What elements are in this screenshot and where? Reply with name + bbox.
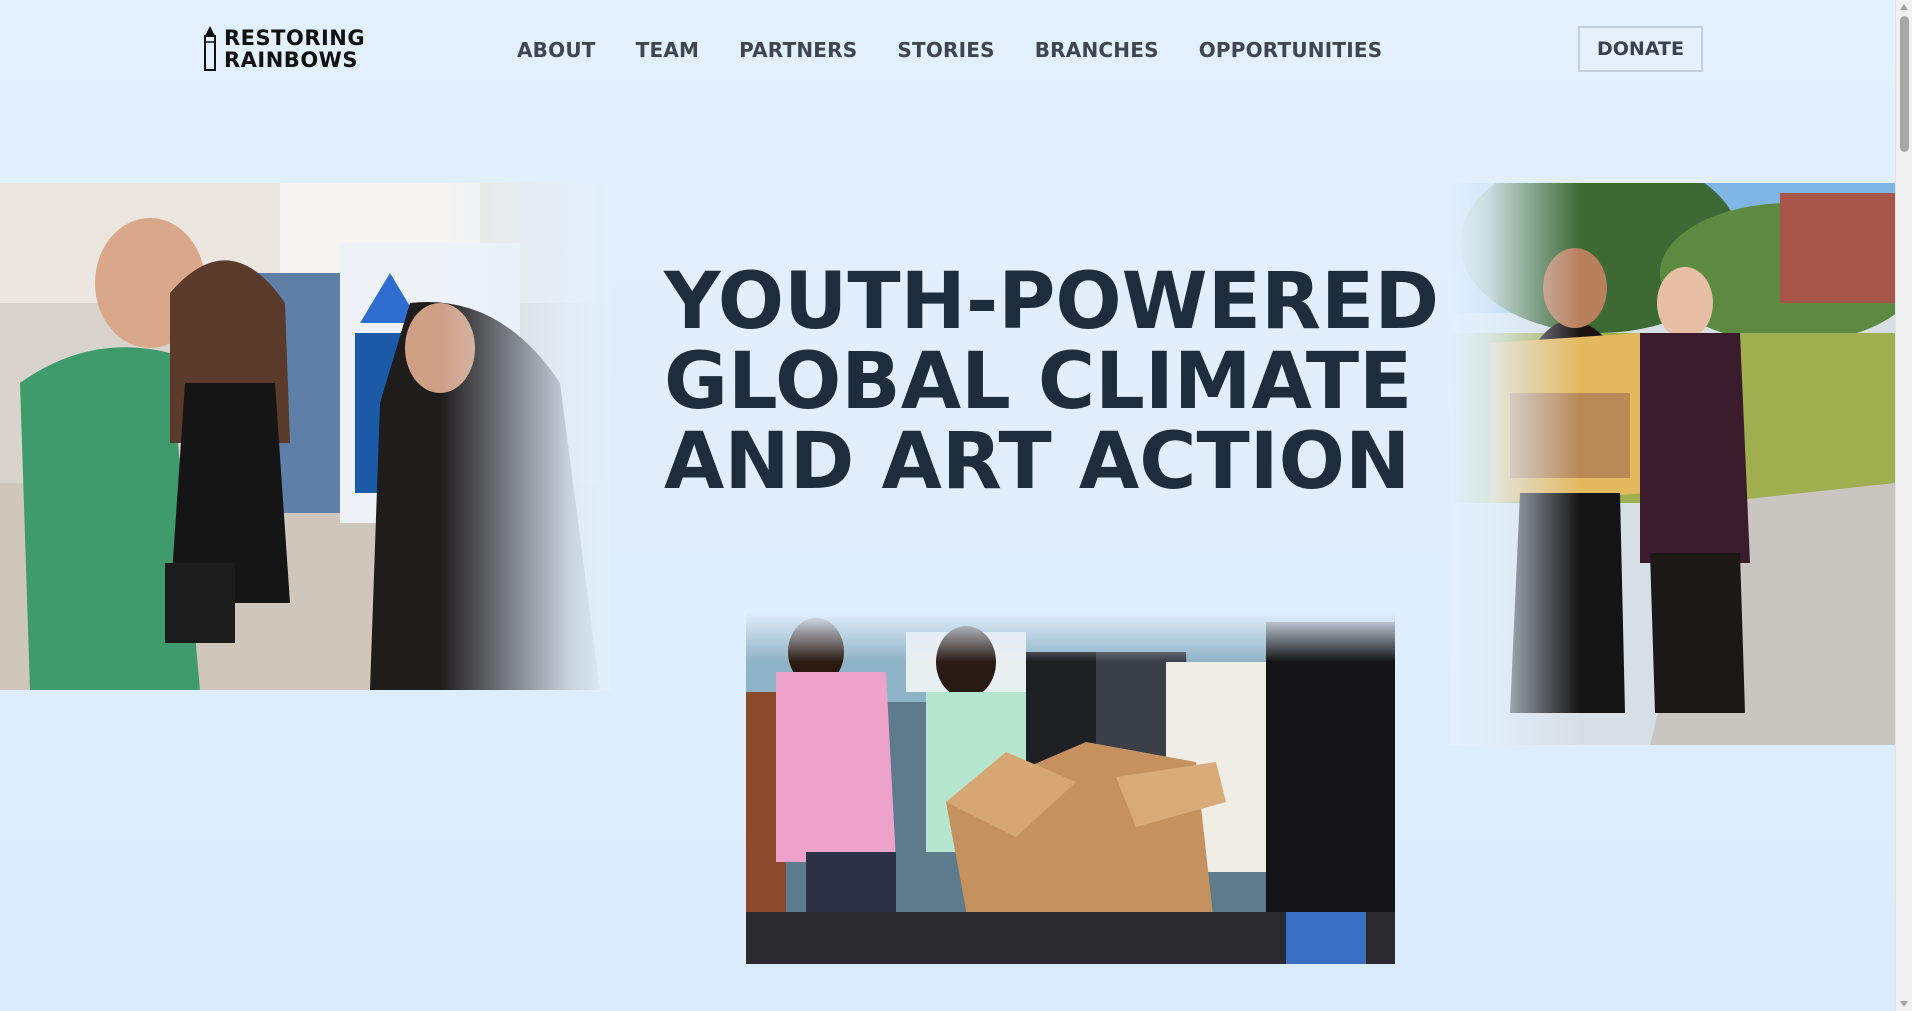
- chevron-up-icon[interactable]: [1900, 4, 1908, 10]
- logo-wordmark: RESTORING RAINBOWS: [224, 27, 365, 71]
- hero-photo-right: [1450, 183, 1895, 745]
- nav-team[interactable]: TEAM: [636, 38, 700, 62]
- photo-right-image: [1450, 183, 1895, 745]
- page-scrollbar[interactable]: [1895, 0, 1912, 1011]
- nav-opportunities[interactable]: OPPORTUNITIES: [1199, 38, 1383, 62]
- pencil-icon: [204, 26, 216, 71]
- logo-link[interactable]: RESTORING RAINBOWS: [204, 26, 365, 72]
- chevron-down-icon[interactable]: [1900, 1001, 1908, 1007]
- site-header: RESTORING RAINBOWS ABOUT TEAM PARTNERS S…: [0, 0, 1895, 110]
- hero-photo-left: [0, 183, 610, 690]
- page: RESTORING RAINBOWS ABOUT TEAM PARTNERS S…: [0, 0, 1895, 1011]
- photo-bottom-image: [746, 612, 1395, 964]
- nav-stories[interactable]: STORIES: [897, 38, 994, 62]
- nav-about[interactable]: ABOUT: [517, 38, 596, 62]
- photo-left-image: [0, 183, 610, 690]
- logo-line-1: RESTORING: [224, 26, 366, 50]
- donate-button[interactable]: DONATE: [1578, 26, 1703, 72]
- hero-title: YOUTH-POWERED GLOBAL CLIMATE AND ART ACT…: [664, 257, 1440, 507]
- scrollbar-thumb[interactable]: [1900, 16, 1909, 152]
- nav-branches[interactable]: BRANCHES: [1035, 38, 1159, 62]
- logo-line-2: RAINBOWS: [224, 48, 358, 72]
- hero-title-line-2: GLOBAL CLIMATE: [664, 337, 1413, 427]
- main-nav: ABOUT TEAM PARTNERS STORIES BRANCHES OPP…: [517, 38, 1382, 62]
- hero-title-line-1: YOUTH-POWERED: [664, 257, 1440, 347]
- nav-partners[interactable]: PARTNERS: [739, 38, 857, 62]
- hero-title-line-3: AND ART ACTION: [664, 417, 1411, 507]
- hero-photo-bottom: [746, 612, 1395, 964]
